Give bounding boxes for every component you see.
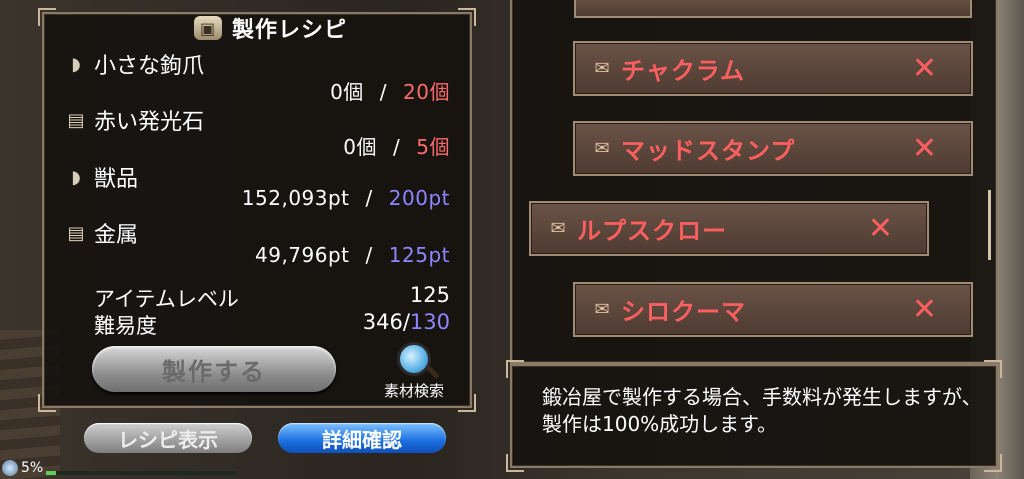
- recipe-name: チャクラム: [621, 57, 746, 85]
- corner-ornament: [506, 454, 524, 472]
- have-amount: 152,093pt: [241, 186, 350, 210]
- material-name: 獣品: [94, 167, 139, 192]
- magnifier-icon: [397, 342, 431, 376]
- remove-icon[interactable]: ✕: [912, 292, 937, 327]
- list-item-partial: [574, 0, 972, 18]
- item-level-value: 125: [409, 283, 450, 307]
- craft-button[interactable]: 製作する: [92, 346, 336, 392]
- recipe-item[interactable]: ✉ チャクラム ✕: [573, 41, 973, 96]
- separator: /: [365, 186, 373, 210]
- chest-icon: ▣: [194, 16, 222, 40]
- scroll-icon: ✉: [550, 218, 566, 239]
- ore-icon: ▤: [67, 222, 85, 244]
- show-recipe-button[interactable]: レシピ表示: [84, 423, 252, 453]
- status-progress-fill: [46, 471, 56, 475]
- recipe-name: ルプスクロー: [577, 217, 727, 245]
- material-quantity: 0個 / 20個: [330, 76, 450, 105]
- message-panel: 鍛冶屋で製作する場合、手数料が発生しますが、製作は100%成功します。: [506, 360, 1002, 472]
- claw-icon: ◗: [71, 166, 81, 188]
- corner-ornament: [458, 8, 476, 26]
- difficulty-current: 346/: [362, 310, 410, 334]
- material-search-label: 素材検索: [383, 382, 444, 400]
- claw-icon: ◗: [71, 53, 81, 75]
- have-amount: 0個: [330, 80, 364, 104]
- material-name: 金属: [94, 223, 139, 248]
- need-amount: 5個: [416, 135, 450, 159]
- recipe-item-selected[interactable]: ✉ ルプスクロー ✕: [529, 201, 929, 256]
- item-level-label: アイテムレベル: [94, 287, 239, 311]
- recipe-panel: ▣ 製作レシピ ◗ 小さな鉤爪 0個 / 20個 ▤ 赤い発光石 0個 / 5個 ◗ 獣…: [38, 8, 476, 412]
- material-row: ◗ 小さな鉤爪: [64, 48, 204, 80]
- corner-ornament: [38, 394, 56, 412]
- material-name: 小さな鉤爪: [94, 54, 205, 79]
- details-button[interactable]: 詳細確認: [278, 423, 446, 453]
- material-row: ◗ 獣品: [64, 161, 138, 193]
- need-amount: 200pt: [388, 186, 450, 210]
- remove-icon[interactable]: ✕: [868, 211, 893, 246]
- panel-title: ▣ 製作レシピ: [194, 14, 348, 43]
- have-amount: 49,796pt: [255, 243, 350, 267]
- material-row: ▤ 赤い発光石: [64, 104, 204, 136]
- corner-ornament: [458, 394, 476, 412]
- message-text: 鍛冶屋で製作する場合、手数料が発生しますが、製作は100%成功します。: [542, 385, 982, 436]
- status-percent: 5%: [21, 460, 44, 476]
- status-indicator: 5%: [2, 460, 43, 476]
- material-name: 赤い発光石: [94, 110, 205, 135]
- material-quantity: 49,796pt / 125pt: [255, 243, 450, 267]
- difficulty-required: 130: [409, 310, 450, 334]
- corner-ornament: [984, 360, 1002, 378]
- remove-icon[interactable]: ✕: [912, 131, 937, 166]
- recipe-item[interactable]: ✉ シロクーマ ✕: [573, 282, 973, 337]
- need-amount: 20個: [403, 80, 450, 104]
- difficulty-label: 難易度: [94, 314, 157, 338]
- material-row: ▤ 金属: [64, 217, 138, 249]
- separator: /: [379, 80, 388, 104]
- corner-ornament: [506, 360, 524, 378]
- material-search-button[interactable]: 素材検索: [374, 342, 454, 401]
- difficulty-value: 346/130: [363, 310, 450, 334]
- corner-ornament: [984, 454, 1002, 472]
- separator: /: [365, 243, 373, 267]
- scroll-icon: ✉: [594, 299, 610, 320]
- recipe-item[interactable]: ✉ マッドスタンプ ✕: [573, 121, 973, 176]
- need-amount: 125pt: [388, 243, 450, 267]
- recipe-name: マッドスタンプ: [621, 137, 796, 165]
- corner-ornament: [38, 8, 56, 26]
- recipe-name: シロクーマ: [621, 298, 746, 326]
- scroll-icon: ✉: [594, 58, 610, 79]
- scroll-icon: ✉: [594, 138, 610, 159]
- remove-icon[interactable]: ✕: [912, 51, 937, 86]
- ore-icon: ▤: [67, 109, 85, 131]
- material-quantity: 152,093pt / 200pt: [242, 186, 450, 210]
- panel-title-text: 製作レシピ: [232, 18, 348, 43]
- have-amount: 0個: [343, 135, 378, 159]
- list-scrollbar[interactable]: [988, 190, 991, 260]
- material-quantity: 0個 / 5個: [343, 131, 450, 160]
- status-progress-bar: [46, 471, 236, 475]
- separator: /: [393, 135, 401, 159]
- globe-icon: [2, 460, 18, 476]
